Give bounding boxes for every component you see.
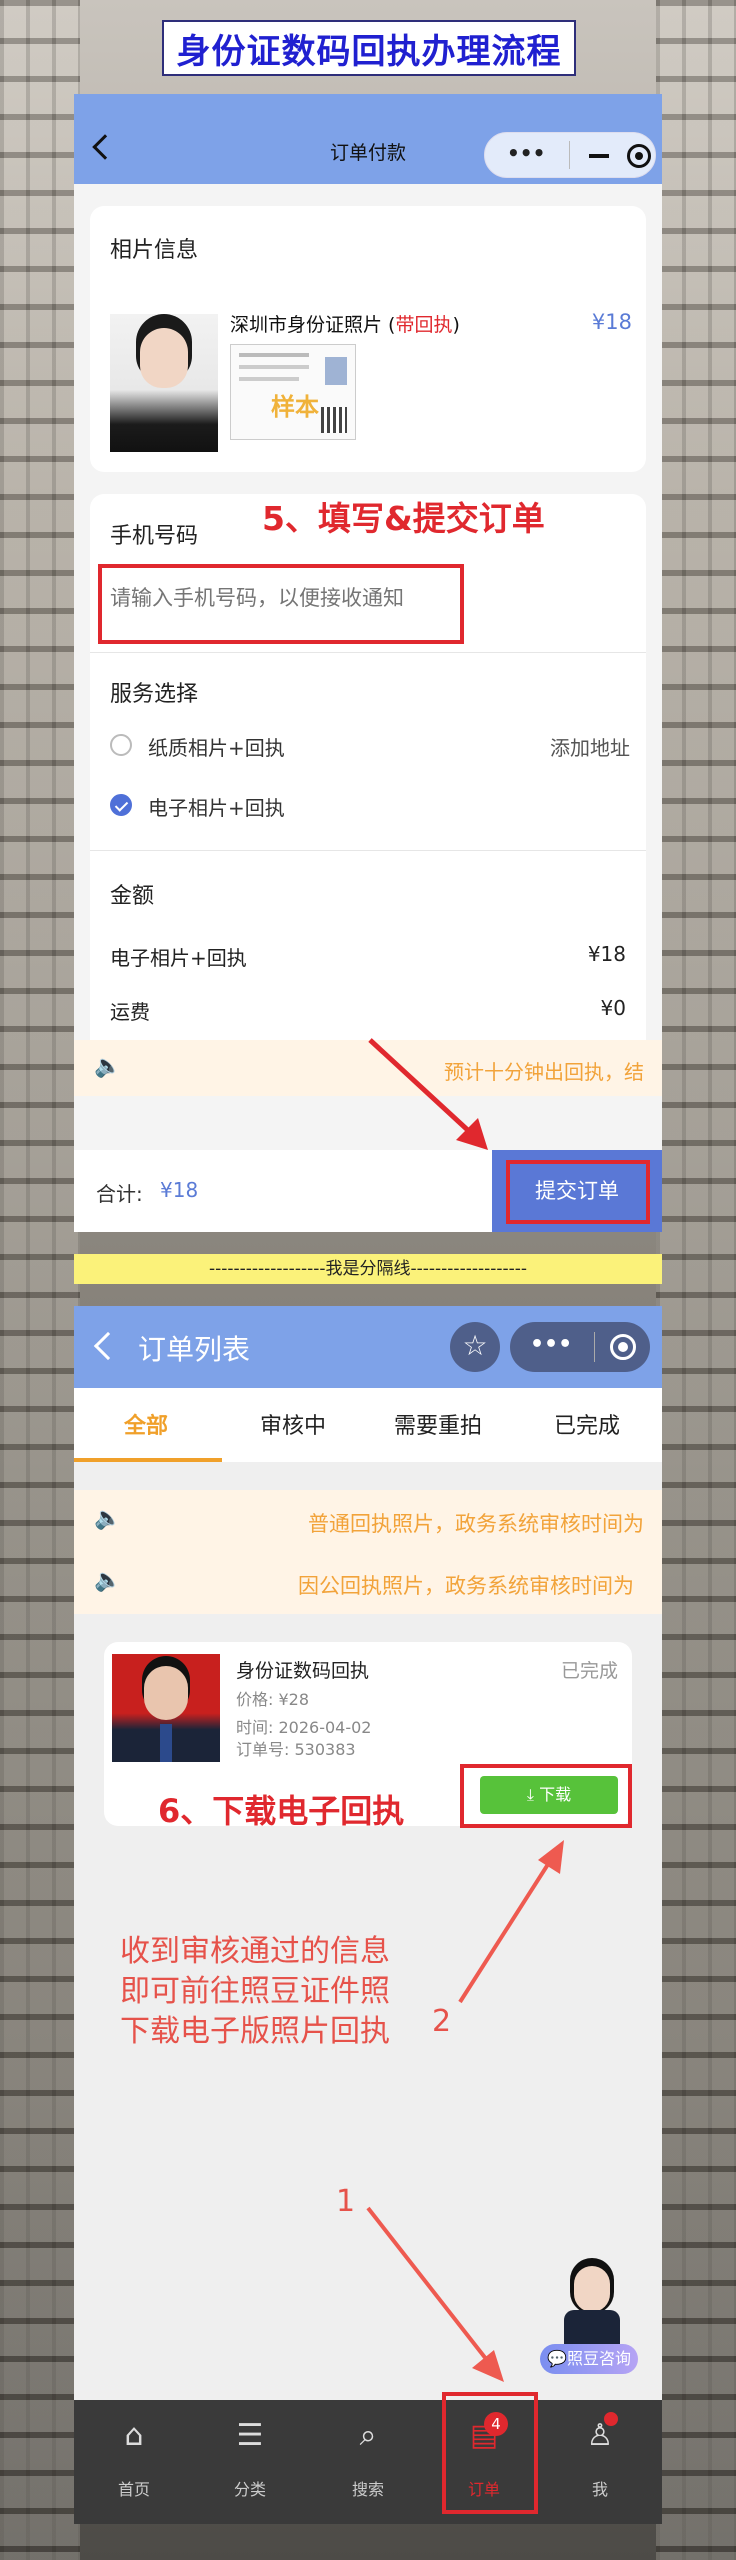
product-price: ¥18 bbox=[591, 310, 632, 334]
order-status: 已完成 bbox=[560, 1660, 618, 1682]
shipping-value: ¥0 bbox=[600, 996, 626, 1020]
separator-bar: -------------------我是分隔线----------------… bbox=[74, 1254, 662, 1284]
tab-completed[interactable]: 已完成 bbox=[554, 1408, 620, 1440]
arrow-to-submit bbox=[368, 1038, 488, 1150]
shipping-label: 运费 bbox=[110, 1000, 150, 1024]
bottom-tab-bar: ⌂ 首页 ☰ 分类 ⌕ 搜索 ▤ 4 订单 ♙ 我 bbox=[74, 2400, 662, 2524]
add-address-link[interactable]: 添加地址 bbox=[550, 732, 630, 761]
consult-avatar[interactable] bbox=[560, 2258, 622, 2348]
checkout-bar: 合计: ¥18 bbox=[74, 1150, 492, 1232]
divider-line bbox=[90, 850, 646, 851]
capsule-divider bbox=[594, 1332, 595, 1362]
highlight-phone-input bbox=[98, 564, 464, 644]
tab-all[interactable]: 全部 bbox=[124, 1408, 168, 1440]
search-icon[interactable]: ⌕ bbox=[338, 2418, 398, 2453]
receipt-tag: 带回执 bbox=[395, 314, 453, 336]
note-line-3: 下载电子版照片回执 bbox=[120, 2014, 390, 2049]
order-time: 时间: 2026-04-02 bbox=[236, 1718, 372, 1737]
order-tabs: 全部 审核中 需要重拍 已完成 bbox=[74, 1388, 662, 1462]
radio-checked-icon[interactable] bbox=[110, 794, 132, 816]
total-value: ¥18 bbox=[160, 1178, 199, 1202]
tab-reviewing[interactable]: 审核中 bbox=[260, 1408, 326, 1440]
tabbar-home-label[interactable]: 首页 bbox=[104, 2476, 164, 2500]
close-mini-program-icon[interactable] bbox=[610, 1334, 636, 1360]
star-icon[interactable]: ☆ bbox=[450, 1322, 500, 1372]
service-label: 服务选择 bbox=[110, 682, 199, 707]
arrow-label-2: 2 bbox=[432, 2004, 452, 2039]
mini-program-capsule: ••• bbox=[484, 132, 656, 178]
minimize-icon[interactable] bbox=[589, 154, 609, 158]
consult-button[interactable]: 💬照豆咨询 bbox=[540, 2344, 638, 2374]
arrow-to-orders-tab bbox=[366, 2206, 504, 2382]
id-photo-man bbox=[112, 1654, 220, 1762]
close-mini-program-icon[interactable] bbox=[627, 144, 651, 168]
more-icon[interactable]: ••• bbox=[507, 141, 545, 165]
product-name: 深圳市身份证照片 bbox=[230, 314, 383, 336]
notice-text: 普通回执照片，政务系统审核时间为 bbox=[308, 1512, 644, 1536]
note-line-1: 收到审核通过的信息 bbox=[120, 1934, 390, 1969]
tab-retake[interactable]: 需要重拍 bbox=[394, 1408, 482, 1440]
order-number: 订单号: 530383 bbox=[236, 1740, 356, 1759]
product-name-line: 深圳市身份证照片 (带回执) bbox=[230, 314, 460, 336]
tabbar-category-label[interactable]: 分类 bbox=[220, 2476, 280, 2500]
divider-line bbox=[90, 652, 646, 653]
id-photo-woman bbox=[110, 314, 218, 452]
background-building-right bbox=[656, 0, 736, 2560]
notice-bar-2: 🔈 因公回执照片，政务系统审核时间为 bbox=[74, 1552, 662, 1614]
phone-label: 手机号码 bbox=[110, 524, 199, 549]
step5-annotation: 5、填写&提交订单 bbox=[262, 499, 545, 538]
amount-row-label: 电子相片+回执 bbox=[110, 946, 247, 970]
chat-icon: 💬 bbox=[547, 2349, 567, 2368]
order-title: 身份证数码回执 bbox=[236, 1660, 370, 1682]
photo-section-title: 相片信息 bbox=[110, 238, 199, 263]
receipt-sample-image: 样本 bbox=[230, 344, 356, 440]
note-line-2: 即可前往照豆证件照 bbox=[120, 1974, 390, 2009]
notification-dot bbox=[604, 2412, 618, 2426]
speaker-icon: 🔈 bbox=[94, 1506, 122, 1531]
mini-program-capsule: ••• bbox=[510, 1322, 650, 1372]
total-label: 合计: bbox=[96, 1182, 143, 1206]
highlight-submit-button bbox=[506, 1160, 650, 1224]
highlight-orders-tab bbox=[442, 2392, 538, 2514]
step6-annotation: 6、下载电子回执 bbox=[158, 1792, 405, 1830]
sample-watermark: 样本 bbox=[271, 393, 319, 421]
tabbar-search-label[interactable]: 搜索 bbox=[338, 2476, 398, 2500]
category-icon[interactable]: ☰ bbox=[220, 2418, 280, 2453]
highlight-download-button bbox=[460, 1764, 632, 1828]
background-building-left bbox=[0, 0, 80, 2560]
speaker-icon: 🔈 bbox=[94, 1054, 122, 1079]
option-electronic[interactable]: 电子相片+回执 bbox=[110, 786, 510, 826]
option-electronic-label: 电子相片+回执 bbox=[148, 796, 285, 820]
page-title: 身份证数码回执办理流程 bbox=[162, 20, 576, 76]
option-paper[interactable]: 纸质相片+回执 添加地址 bbox=[110, 726, 630, 766]
photo-info-card: 相片信息 深圳市身份证照片 (带回执) ¥18 样本 bbox=[90, 206, 646, 472]
arrow-label-1: 1 bbox=[336, 2184, 356, 2219]
nav-title-orders: 订单列表 bbox=[138, 1333, 251, 1366]
amount-label: 金额 bbox=[110, 884, 155, 909]
notice-bar-1: 🔈 普通回执照片，政务系统审核时间为 bbox=[74, 1490, 662, 1552]
radio-unchecked-icon[interactable] bbox=[110, 734, 132, 756]
speaker-icon: 🔈 bbox=[94, 1568, 122, 1593]
order-price: 价格: ¥28 bbox=[236, 1690, 310, 1709]
option-paper-label: 纸质相片+回执 bbox=[148, 736, 285, 760]
home-icon[interactable]: ⌂ bbox=[104, 2418, 164, 2453]
tabbar-me-label[interactable]: 我 bbox=[570, 2476, 630, 2500]
more-icon[interactable]: ••• bbox=[530, 1332, 572, 1357]
amount-row-value: ¥18 bbox=[587, 942, 626, 966]
user-icon[interactable]: ♙ bbox=[570, 2418, 630, 2453]
notice-text: 因公回执照片，政务系统审核时间为 bbox=[298, 1574, 634, 1598]
capsule-divider bbox=[569, 141, 570, 169]
arrow-to-download bbox=[458, 1840, 564, 2004]
